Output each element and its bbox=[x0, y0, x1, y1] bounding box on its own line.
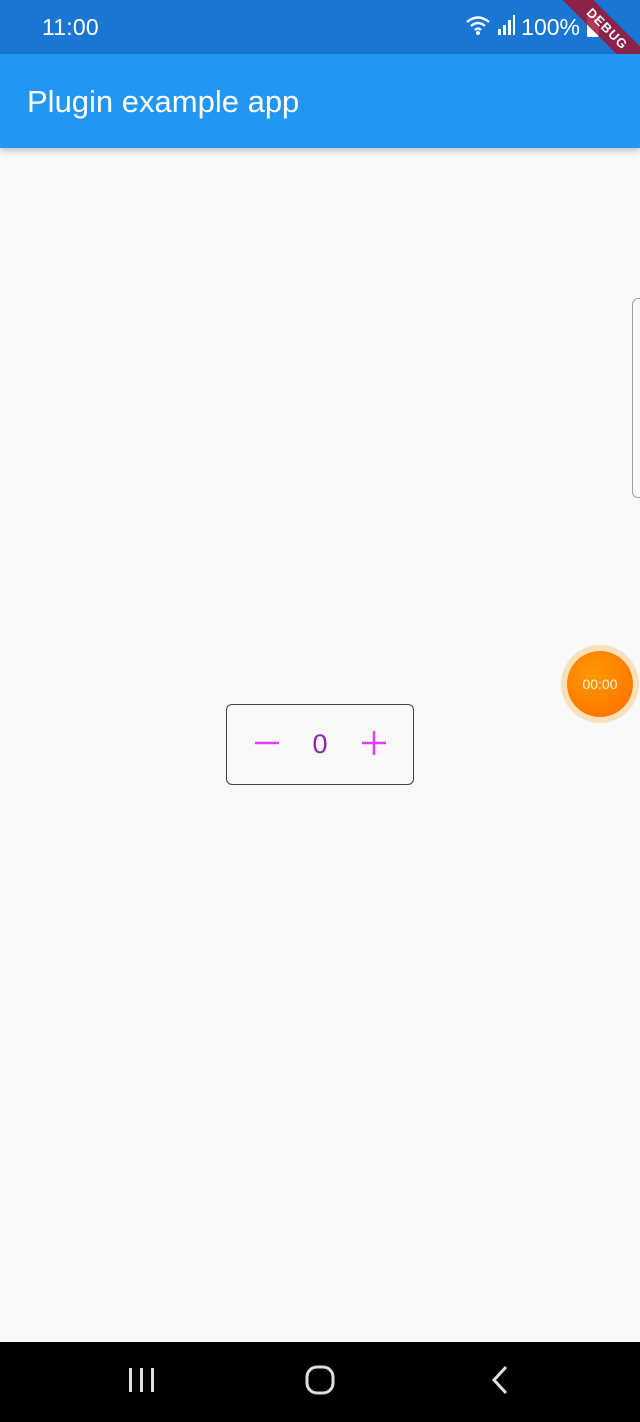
signal-icon bbox=[497, 14, 516, 40]
stepper-value: 0 bbox=[312, 729, 328, 759]
app-bar: Plugin example app bbox=[0, 54, 640, 148]
increment-button[interactable] bbox=[354, 725, 394, 765]
minus-icon bbox=[254, 730, 280, 761]
back-icon bbox=[489, 1365, 511, 1400]
recents-button[interactable] bbox=[112, 1362, 172, 1402]
home-icon bbox=[305, 1365, 335, 1400]
system-nav-bar bbox=[0, 1342, 640, 1422]
page-title: Plugin example app bbox=[27, 84, 300, 119]
quantity-stepper: 0 bbox=[226, 704, 414, 785]
back-button[interactable] bbox=[470, 1362, 530, 1402]
home-button[interactable] bbox=[290, 1362, 350, 1402]
status-bar: 11:00 100% DEBUG bbox=[0, 0, 640, 90]
decrement-button[interactable] bbox=[247, 725, 287, 765]
recents-icon bbox=[127, 1367, 157, 1398]
status-time: 11:00 bbox=[42, 14, 99, 40]
side-drawer-handle[interactable] bbox=[632, 298, 640, 498]
floating-timer-button[interactable]: 00:00 bbox=[567, 651, 633, 717]
floating-timer-label: 00:00 bbox=[582, 676, 618, 692]
plus-icon bbox=[361, 730, 387, 761]
battery-percent: 100% bbox=[521, 13, 580, 40]
wifi-icon bbox=[465, 14, 491, 41]
